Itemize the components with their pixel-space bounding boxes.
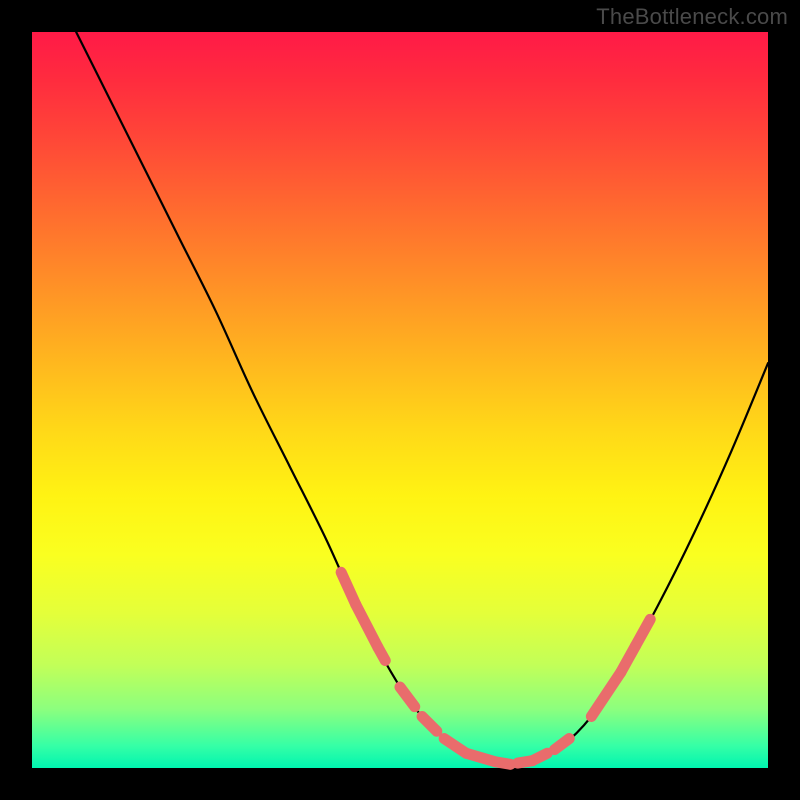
highlight-segment	[591, 672, 620, 716]
watermark-text: TheBottleneck.com	[596, 4, 788, 30]
highlight-segment	[400, 687, 415, 707]
highlight-segment	[532, 753, 547, 760]
highlight-segment	[422, 716, 437, 731]
chart-frame: TheBottleneck.com	[0, 0, 800, 800]
highlight-segment	[555, 739, 570, 750]
plot-area	[32, 32, 768, 768]
curve-group	[76, 32, 768, 764]
highlight-segment	[636, 619, 651, 645]
highlight-segment	[356, 605, 378, 648]
bottleneck-curve	[76, 32, 768, 764]
curve-svg	[32, 32, 768, 768]
highlight-segment	[378, 647, 385, 660]
highlight-segment	[496, 762, 511, 764]
